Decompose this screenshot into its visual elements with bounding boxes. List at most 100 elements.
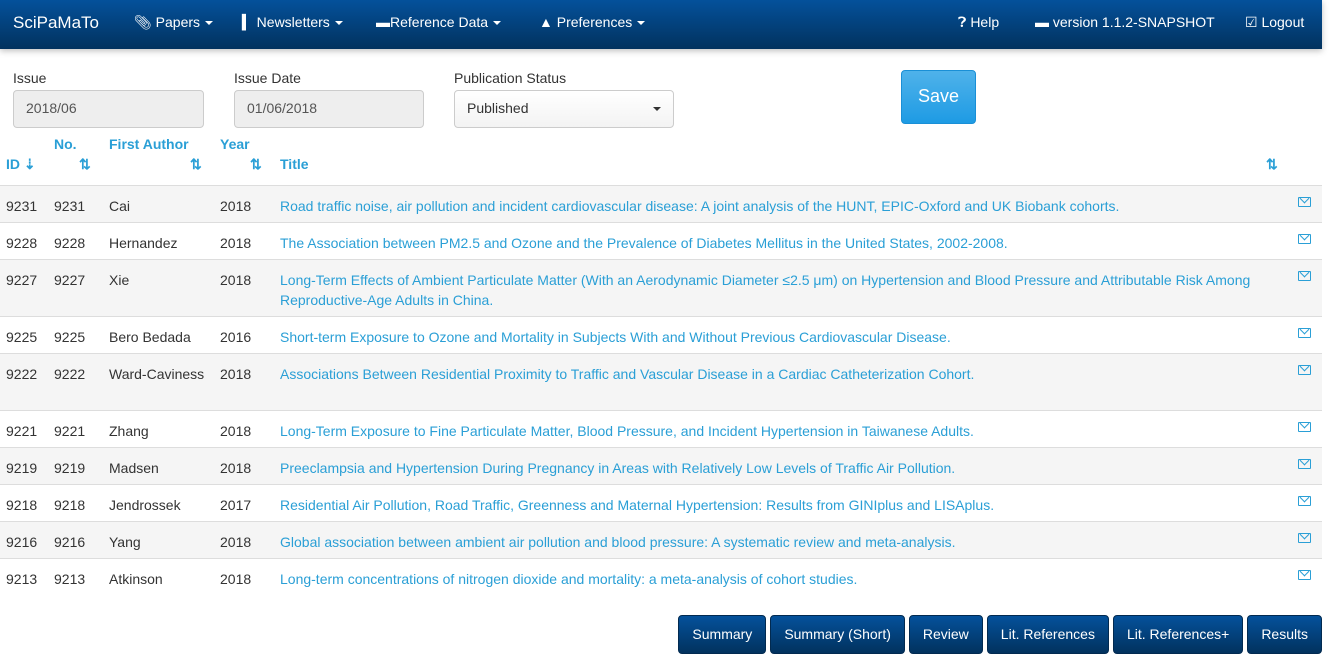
cell-author: Atkinson (109, 571, 163, 587)
navbar: SciPaMaTo 📎︎ Papers ▍ Newsletters ▬Refer… (0, 0, 1322, 49)
nav-label: version 1.1.2-SNAPSHOT (1052, 14, 1215, 30)
nav-label: Logout (1261, 14, 1305, 30)
cell-no: 9231 (54, 198, 86, 214)
table-row: 9213 9213 Atkinson 2018 Long-term concen… (0, 558, 1322, 595)
publication-status-select[interactable]: Published (454, 90, 674, 128)
chevron-down-icon (653, 107, 661, 111)
cell-id: 9228 (6, 235, 38, 251)
header-title[interactable]: Title (280, 156, 309, 172)
envelope-icon[interactable] (1298, 365, 1311, 375)
header-label: ID (6, 156, 20, 172)
header-year[interactable]: Year (220, 136, 250, 152)
cell-author: Ward-Caviness (109, 366, 205, 382)
brand[interactable]: SciPaMaTo (13, 13, 99, 33)
paper-title-link[interactable]: Global association between ambient air p… (280, 532, 1280, 552)
cell-year: 2017 (220, 497, 252, 513)
cell-no: 9218 (54, 497, 86, 513)
nav-logout[interactable]: ☑︎ Logout (1245, 14, 1304, 31)
nav-help[interactable]: ❓︎ Help (958, 14, 999, 31)
paper-title-link[interactable]: Short-term Exposure to Ozone and Mortali… (280, 327, 1280, 347)
cell-year: 2018 (220, 423, 252, 439)
cell-id: 9219 (6, 460, 38, 476)
cell-id: 9216 (6, 534, 38, 550)
cell-author: Cai (109, 198, 131, 214)
header-no[interactable]: No. (54, 136, 77, 152)
summary-button[interactable]: Summary (678, 615, 767, 654)
results-button[interactable]: Results (1247, 615, 1322, 654)
user-icon: ▲ (539, 14, 553, 30)
header-first-author[interactable]: First Author (109, 136, 189, 152)
cell-no: 9228 (54, 235, 86, 251)
cell-id: 9227 (6, 272, 38, 288)
sort-icon[interactable]: ⇅ (190, 156, 202, 173)
table-row: 9216 9216 Yang 2018 Global association b… (0, 521, 1322, 558)
paper-title-link[interactable]: Road traffic noise, air pollution and in… (280, 196, 1280, 216)
sort-icon[interactable]: ⇅ (1266, 156, 1278, 173)
lit-references-plus-button[interactable]: Lit. References+ (1112, 615, 1244, 654)
issue-label: Issue (13, 70, 47, 86)
issue-date-input[interactable]: 01/06/2018 (234, 90, 424, 128)
sort-icon[interactable]: ⇅ (250, 156, 262, 173)
envelope-icon[interactable] (1298, 570, 1311, 580)
cell-author: Yang (109, 534, 141, 550)
cell-year: 2018 (220, 198, 252, 214)
issue-input[interactable]: 2018/06 (13, 90, 204, 128)
issue-date-label: Issue Date (234, 70, 301, 86)
table-row: 9221 9221 Zhang 2018 Long-Term Exposure … (0, 410, 1322, 447)
cell-no: 9219 (54, 460, 86, 476)
cell-year: 2018 (220, 366, 252, 382)
cell-id: 9225 (6, 329, 38, 345)
header-id[interactable]: ID ⇣ (6, 156, 36, 173)
paper-title-link[interactable]: Long-Term Exposure to Fine Particulate M… (280, 421, 1280, 441)
nav-label: Help (970, 14, 1000, 30)
cell-no: 9222 (54, 366, 86, 382)
paper-title-link[interactable]: Preeclampsia and Hypertension During Pre… (280, 458, 1280, 478)
cell-id: 9218 (6, 497, 38, 513)
paper-title-link[interactable]: The Association between PM2.5 and Ozone … (280, 233, 1280, 253)
paper-title-link[interactable]: Associations Between Residential Proximi… (280, 364, 1280, 384)
envelope-icon[interactable] (1298, 271, 1311, 281)
paper-title-link[interactable]: Long-term concentrations of nitrogen dio… (280, 569, 1280, 589)
sort-desc-icon: ⇣ (23, 156, 36, 172)
paper-title-link[interactable]: Residential Air Pollution, Road Traffic,… (280, 495, 1280, 515)
table-row: 9225 9225 Bero Bedada 2016 Short-term Ex… (0, 316, 1322, 353)
envelope-icon[interactable] (1298, 422, 1311, 432)
nav-label: Papers (155, 14, 201, 30)
question-circle-icon: ❓︎ (958, 14, 967, 30)
table-row: 9222 9222 Ward-Caviness 2018 Association… (0, 353, 1322, 410)
summary-short-button[interactable]: Summary (Short) (770, 615, 905, 654)
envelope-icon[interactable] (1298, 197, 1311, 207)
envelope-icon[interactable] (1298, 234, 1311, 244)
nav-preferences[interactable]: ▲ Preferences (539, 14, 646, 30)
cell-no: 9213 (54, 571, 86, 587)
cell-id: 9231 (6, 198, 38, 214)
cell-author: Xie (109, 272, 130, 288)
cell-no: 9221 (54, 423, 86, 439)
nav-papers[interactable]: 📎︎ Papers (134, 14, 214, 31)
review-button[interactable]: Review (908, 615, 983, 654)
table-row: 9231 9231 Cai 2018 Road traffic noise, a… (0, 185, 1322, 222)
save-button[interactable]: Save (901, 70, 976, 124)
nav-version[interactable]: ▬ version 1.1.2-SNAPSHOT (1035, 14, 1215, 30)
table-row: 9219 9219 Madsen 2018 Preeclampsia and H… (0, 447, 1322, 484)
nav-newsletters[interactable]: ▍ Newsletters (242, 14, 343, 31)
cell-author: Madsen (109, 460, 159, 476)
cell-year: 2018 (220, 534, 252, 550)
paper-title-link[interactable]: Long-Term Effects of Ambient Particulate… (280, 270, 1280, 310)
envelope-icon[interactable] (1298, 533, 1311, 543)
publication-status-label: Publication Status (454, 70, 567, 86)
nav-label: Reference Data (390, 14, 489, 30)
cell-author: Bero Bedada (109, 329, 191, 345)
lit-references-button[interactable]: Lit. References (986, 615, 1109, 654)
nav-reference-data[interactable]: ▬Reference Data (376, 14, 502, 30)
envelope-icon[interactable] (1298, 459, 1311, 469)
envelope-icon[interactable] (1298, 496, 1311, 506)
envelope-icon[interactable] (1298, 328, 1311, 338)
nav-label: Preferences (556, 14, 633, 30)
nav-label: Newsletters (256, 14, 330, 30)
paperclip-icon: 📎︎ (134, 14, 152, 30)
cell-no: 9225 (54, 329, 86, 345)
sort-icon[interactable]: ⇅ (79, 156, 91, 173)
cell-year: 2018 (220, 571, 252, 587)
cell-id: 9213 (6, 571, 38, 587)
